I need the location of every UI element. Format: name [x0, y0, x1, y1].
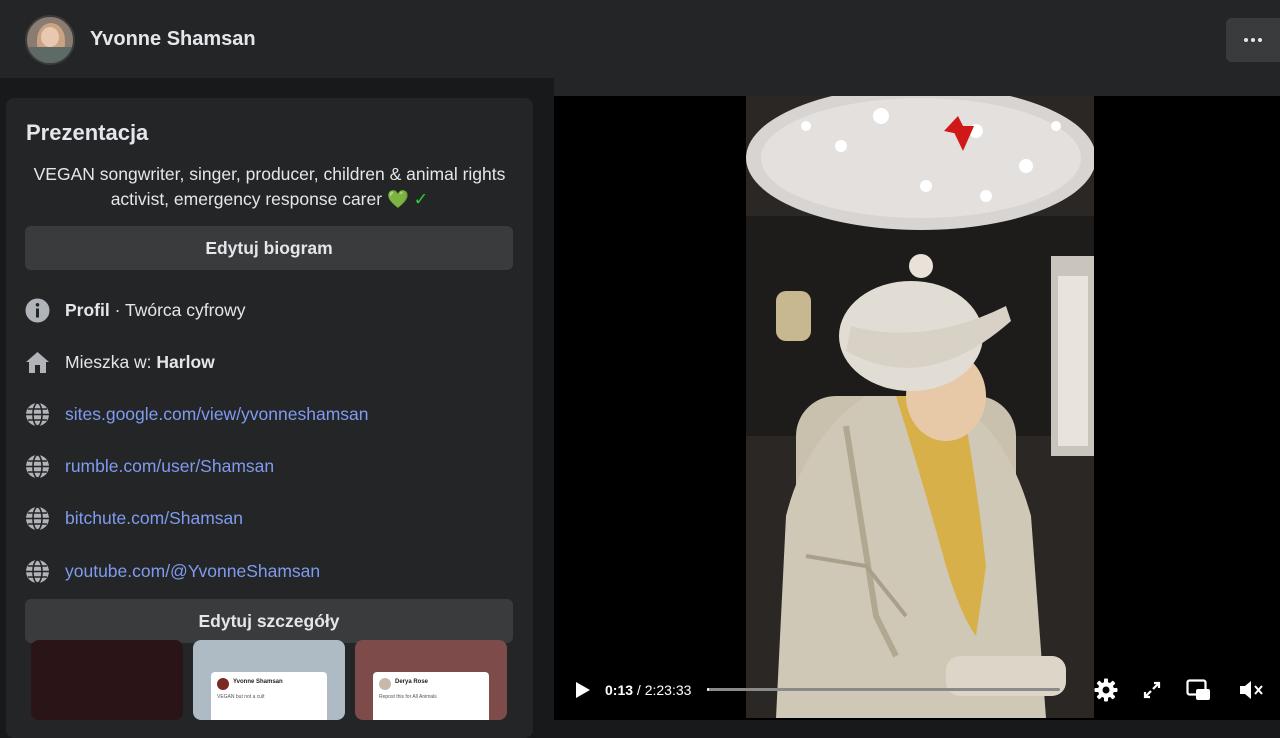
detail-profile: Profil · Twórca cyfrowy — [25, 295, 246, 325]
left-column: Prezentacja VEGAN songwriter, singer, pr… — [0, 78, 554, 738]
intro-title: Prezentacja — [26, 120, 149, 145]
link-text[interactable]: bitchute.com/Shamsan — [65, 508, 243, 529]
video-controls: 0:13 / 2:23:33 — [554, 670, 1280, 710]
globe-icon — [25, 558, 50, 584]
edit-details-button[interactable]: Edytuj szczegóły — [25, 599, 513, 643]
fullscreen-icon[interactable] — [1139, 677, 1165, 703]
picture-in-picture-icon[interactable] — [1186, 677, 1212, 703]
page-header: Yvonne Shamsan — [0, 0, 1280, 78]
link-text[interactable]: youtube.com/@YvonneShamsan — [65, 561, 320, 582]
globe-icon — [25, 401, 50, 427]
video-frame[interactable] — [746, 96, 1094, 718]
more-options-button[interactable] — [1226, 18, 1280, 62]
avatar — [379, 678, 391, 690]
featured-collection: Yvonne Shamsan VEGAN but not a cult Dery… — [25, 640, 507, 720]
video-player[interactable] — [554, 78, 1280, 720]
link-youtube[interactable]: youtube.com/@YvonneShamsan — [25, 556, 320, 586]
detail-lives-in: Mieszka w: Harlow — [25, 347, 215, 377]
link-bitchute[interactable]: bitchute.com/Shamsan — [25, 503, 243, 533]
green-heart-icon: 💚 — [386, 189, 409, 209]
edit-bio-button[interactable]: Edytuj biogram — [25, 226, 513, 270]
bio-text: VEGAN songwriter, singer, producer, chil… — [33, 164, 506, 209]
progress-bar[interactable] — [707, 688, 1060, 691]
settings-icon[interactable] — [1093, 677, 1119, 703]
check-mark-icon: ✓ — [413, 189, 429, 209]
video-still — [746, 96, 1094, 718]
home-icon — [25, 350, 50, 375]
featured-item[interactable] — [31, 640, 183, 720]
link-sites-google[interactable]: sites.google.com/view/yvonneshamsan — [25, 399, 369, 429]
avatar — [217, 678, 229, 690]
progress-fill — [707, 688, 709, 691]
link-rumble[interactable]: rumble.com/user/Shamsan — [25, 451, 274, 481]
link-text[interactable]: rumble.com/user/Shamsan — [65, 456, 274, 477]
video-time: 0:13 / 2:23:33 — [605, 682, 692, 698]
info-icon — [25, 298, 50, 323]
link-text[interactable]: sites.google.com/view/yvonneshamsan — [65, 404, 369, 425]
avatar[interactable] — [25, 15, 75, 65]
page-name[interactable]: Yvonne Shamsan — [90, 28, 256, 51]
globe-icon — [25, 453, 50, 479]
mute-icon[interactable] — [1238, 677, 1264, 703]
featured-item[interactable]: Yvonne Shamsan VEGAN but not a cult — [193, 640, 345, 720]
globe-icon — [25, 505, 50, 531]
more-horizontal-icon — [1244, 38, 1248, 42]
play-icon[interactable] — [572, 680, 592, 705]
featured-item[interactable]: Derya Rose Repost this for All Animals — [355, 640, 507, 720]
